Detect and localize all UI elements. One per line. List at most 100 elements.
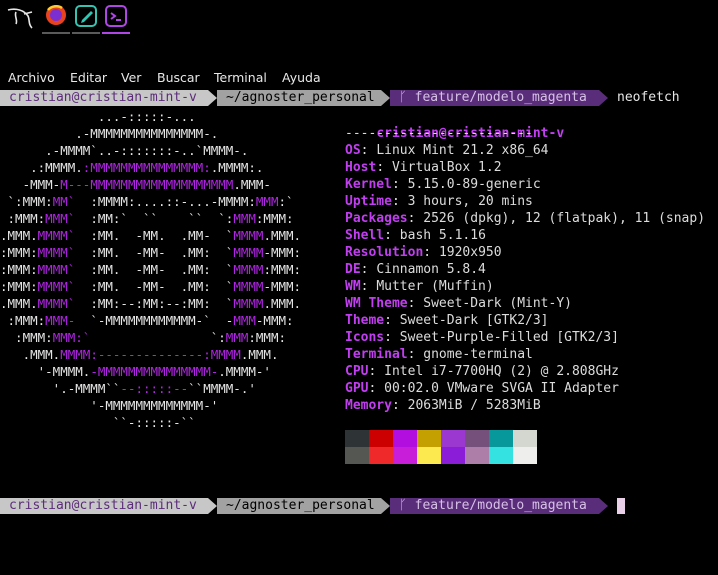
info-colon: : — [368, 364, 385, 379]
info-colon: : — [391, 398, 408, 413]
branch-name: feature/modelo_magenta — [414, 90, 587, 105]
active-indicator — [72, 32, 100, 34]
terminal-cursor[interactable] — [617, 498, 625, 514]
info-key: Kernel — [345, 177, 392, 192]
info-key: WM Theme — [345, 296, 408, 311]
color-swatch — [465, 430, 489, 447]
info-fields: OS: Linux Mint 21.2 x86_64 Host: VirtualB… — [345, 142, 705, 414]
info-row: Packages: 2526 (dpkg), 12 (flatpak), 11 … — [345, 210, 705, 227]
info-key: Memory — [345, 398, 392, 413]
info-colon: : — [391, 194, 408, 209]
info-row: Shell: bash 5.1.16 — [345, 227, 705, 244]
info-value: gnome-terminal — [423, 347, 533, 362]
color-swatch — [345, 430, 369, 447]
color-swatch — [417, 447, 441, 464]
info-colon: : — [384, 228, 400, 243]
prompt-dir-segment: ~/agnoster_personal — [217, 90, 381, 106]
logo-line: ...-:::::-... — [0, 109, 196, 124]
logo-line: .MMM.MMMM` :MM. -MM. .MM- `MMMM.MMM. — [0, 228, 302, 243]
logo-line: .:MMMM.:MMMMMMMMMMMMMMM:.MMMM:. — [0, 160, 264, 175]
info-colon: : — [360, 143, 377, 158]
color-swatch — [393, 447, 417, 464]
logo-line: '.-MMMM``--:::::--``MMMM-.' — [0, 381, 256, 396]
info-value: Sweet-Dark [GTK2/3] — [399, 313, 549, 328]
branch-icon: ᚴ — [399, 90, 407, 105]
info-value: 2526 (dpkg), 12 (flatpak), 11 (snap) — [423, 211, 706, 226]
logo-line: :MMM:MMM- `-MMMMMMMMMMMM-` -MMM-MMM: — [0, 313, 294, 328]
menu-ver[interactable]: Ver — [121, 70, 141, 85]
info-value: 1920x950 — [438, 245, 502, 260]
info-row: Icons: Sweet-Purple-Filled [GTK2/3] — [345, 329, 705, 346]
info-value: VirtualBox 1.2 — [391, 160, 502, 175]
color-swatch — [465, 447, 489, 464]
info-key: GPU — [345, 381, 369, 396]
info-colon: : — [407, 211, 424, 226]
info-value: 5.15.0-89-generic — [407, 177, 541, 192]
logo-line: .MMM.MMMM:--------------:MMMM.MMM. — [0, 347, 279, 362]
info-key: OS — [345, 143, 361, 158]
info-value: 00:02.0 VMware SVGA II Adapter — [384, 381, 619, 396]
logo-line: '-MMMM.-MMMMMMMMMMMMMMM-.MMMM-' — [0, 364, 271, 379]
prompt-git-segment: ᚴ feature/modelo_magenta — [390, 90, 599, 106]
info-row: Host: VirtualBox 1.2 — [345, 159, 705, 176]
segment-separator — [599, 498, 608, 514]
kali-dragon-icon[interactable] — [4, 2, 36, 34]
color-swatch — [441, 447, 465, 464]
info-colon: : — [384, 330, 400, 345]
logo-line: :MMM:MMM:` `:MMM:MMM: — [0, 330, 287, 345]
info-key: WM — [345, 279, 361, 294]
firefox-icon[interactable] — [42, 2, 70, 34]
info-key: Shell — [345, 228, 385, 243]
command-text: neofetch — [617, 90, 680, 105]
info-colon: : — [376, 160, 392, 175]
logo-line: :MMM:MMM` :MM:` `` `` `:MMM:MMM: — [0, 211, 294, 226]
color-swatch — [417, 430, 441, 447]
logo-line: `:MMM:MM` :MMMM:....::-...-MMMM:MMM:` — [0, 194, 294, 209]
menu-archivo[interactable]: Archivo — [8, 70, 55, 85]
info-row: Memory: 2063MiB / 5283MiB — [345, 397, 705, 414]
info-key: Uptime — [345, 194, 392, 209]
info-colon: : — [407, 296, 424, 311]
segment-separator — [208, 498, 217, 514]
menu-buscar[interactable]: Buscar — [157, 70, 200, 85]
info-colon: : — [368, 381, 385, 396]
menu-editar[interactable]: Editar — [70, 70, 107, 85]
info-key: Resolution — [345, 245, 424, 260]
info-value: Sweet-Purple-Filled [GTK2/3] — [399, 330, 619, 345]
info-key: Host — [345, 160, 377, 175]
info-key: Icons — [345, 330, 385, 345]
segment-separator — [381, 90, 390, 106]
info-value: Linux Mint 21.2 x86_64 — [376, 143, 549, 158]
info-row: Uptime: 3 hours, 20 mins — [345, 193, 705, 210]
info-row: DE: Cinnamon 5.8.4 — [345, 261, 705, 278]
info-value: Mutter (Muffin) — [376, 279, 494, 294]
color-swatch — [393, 430, 417, 447]
active-indicator — [102, 32, 130, 34]
menu-ayuda[interactable]: Ayuda — [282, 70, 321, 85]
segment-separator — [208, 90, 217, 106]
info-row: GPU: 00:02.0 VMware SVGA II Adapter — [345, 380, 705, 397]
info-key: DE — [345, 262, 361, 277]
color-swatch — [489, 430, 513, 447]
segment-separator — [599, 90, 608, 106]
neofetch-info: cristian@cristian-mint-v ---------------… — [345, 108, 705, 414]
logo-line: '-MMMMMMMMMMMMM-' — [0, 398, 219, 413]
text-editor-icon[interactable] — [72, 2, 100, 34]
info-key: CPU — [345, 364, 369, 379]
info-colon: : — [391, 177, 408, 192]
info-colon: : — [384, 313, 400, 328]
info-row: OS: Linux Mint 21.2 x86_64 — [345, 142, 705, 159]
prompt-user-segment: cristian@cristian-mint-v — [0, 90, 208, 106]
top-panel — [0, 0, 718, 40]
prompt-line: cristian@cristian-mint-v ~/agnoster_pers… — [0, 90, 718, 106]
color-swatch — [441, 430, 465, 447]
info-row: Theme: Sweet-Dark [GTK2/3] — [345, 312, 705, 329]
terminal-icon[interactable] — [102, 2, 130, 34]
info-separator: ------------------------ — [345, 126, 533, 141]
color-swatch — [513, 447, 537, 464]
info-value: Cinnamon 5.8.4 — [376, 262, 486, 277]
info-row: CPU: Intel i7-7700HQ (2) @ 2.808GHz — [345, 363, 705, 380]
active-indicator — [42, 32, 70, 34]
prompt-dir-segment: ~/agnoster_personal — [217, 498, 381, 514]
menu-terminal[interactable]: Terminal — [214, 70, 267, 85]
